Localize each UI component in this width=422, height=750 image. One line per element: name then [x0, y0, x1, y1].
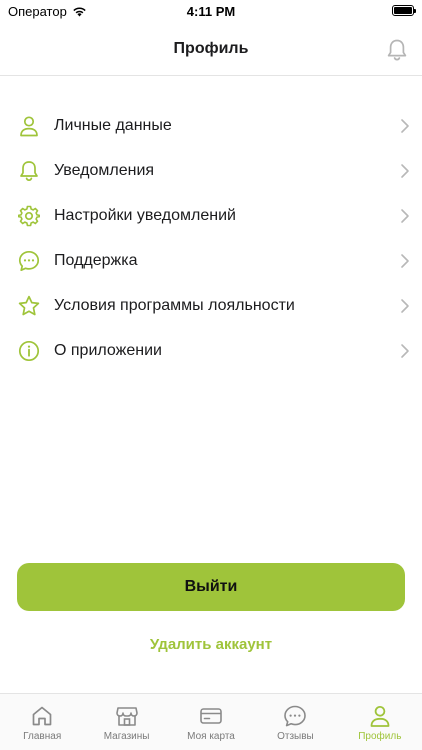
menu-item-loyalty-terms[interactable]: Условия программы лояльности — [0, 284, 422, 329]
bell-icon — [20, 161, 38, 181]
info-icon — [18, 340, 40, 362]
logout-button[interactable]: Выйти — [17, 563, 405, 611]
status-time: 4:11 PM — [186, 4, 236, 19]
chevron-right-icon — [401, 164, 409, 178]
tab-label: Профиль — [358, 731, 402, 742]
menu-item-notification-settings[interactable]: Настройки уведомлений — [0, 194, 422, 239]
menu-item-notifications[interactable]: Уведомления — [0, 149, 422, 194]
menu-item-label: Поддержка — [54, 252, 138, 269]
tab-profile[interactable]: Профиль — [338, 694, 422, 750]
tab-stores[interactable]: Магазины — [84, 694, 168, 750]
tab-label: Магазины — [103, 731, 150, 742]
person-icon — [370, 706, 390, 727]
status-bar: Оператор 4:11 PM — [0, 0, 422, 24]
menu-item-label: О приложении — [54, 342, 162, 359]
person-icon — [20, 116, 38, 137]
tab-home[interactable]: Главная — [0, 694, 84, 750]
page-title: Профиль — [173, 40, 249, 57]
home-icon — [32, 706, 52, 726]
menu-item-label: Личные данные — [54, 117, 172, 134]
tab-label: Моя карта — [187, 731, 235, 742]
chevron-right-icon — [401, 344, 409, 358]
delete-account-link[interactable]: Удалить аккаунт — [0, 636, 422, 653]
chat-bubble-icon — [284, 705, 307, 727]
menu-item-label: Условия программы лояльности — [54, 297, 295, 314]
menu-item-about[interactable]: О приложении — [0, 329, 422, 374]
navigation-bar: Профиль — [0, 24, 422, 76]
menu-item-personal-data[interactable]: Личные данные — [0, 104, 422, 149]
battery-icon — [392, 5, 416, 16]
tab-label: Главная — [23, 731, 62, 742]
menu-item-label: Уведомления — [54, 162, 155, 179]
tab-label: Отзывы — [277, 731, 314, 742]
gear-icon — [18, 205, 40, 227]
chevron-right-icon — [401, 119, 409, 133]
star-icon — [18, 295, 40, 316]
menu-item-label: Настройки уведомлений — [54, 207, 236, 224]
logout-button-label: Выйти — [184, 578, 238, 595]
store-icon — [115, 707, 138, 726]
card-icon — [200, 708, 222, 724]
tab-bar: Главная Магазины Моя карта Отзывы Профил… — [0, 693, 422, 750]
chevron-right-icon — [401, 299, 409, 313]
bell-icon[interactable] — [386, 38, 408, 62]
tab-my-card[interactable]: Моя карта — [169, 694, 253, 750]
menu-item-support[interactable]: Поддержка — [0, 239, 422, 284]
profile-menu: Личные данные Уведомления Настройки увед… — [0, 104, 422, 374]
chevron-right-icon — [401, 254, 409, 268]
chat-bubble-icon — [18, 250, 40, 272]
chevron-right-icon — [401, 209, 409, 223]
tab-reviews[interactable]: Отзывы — [253, 694, 337, 750]
